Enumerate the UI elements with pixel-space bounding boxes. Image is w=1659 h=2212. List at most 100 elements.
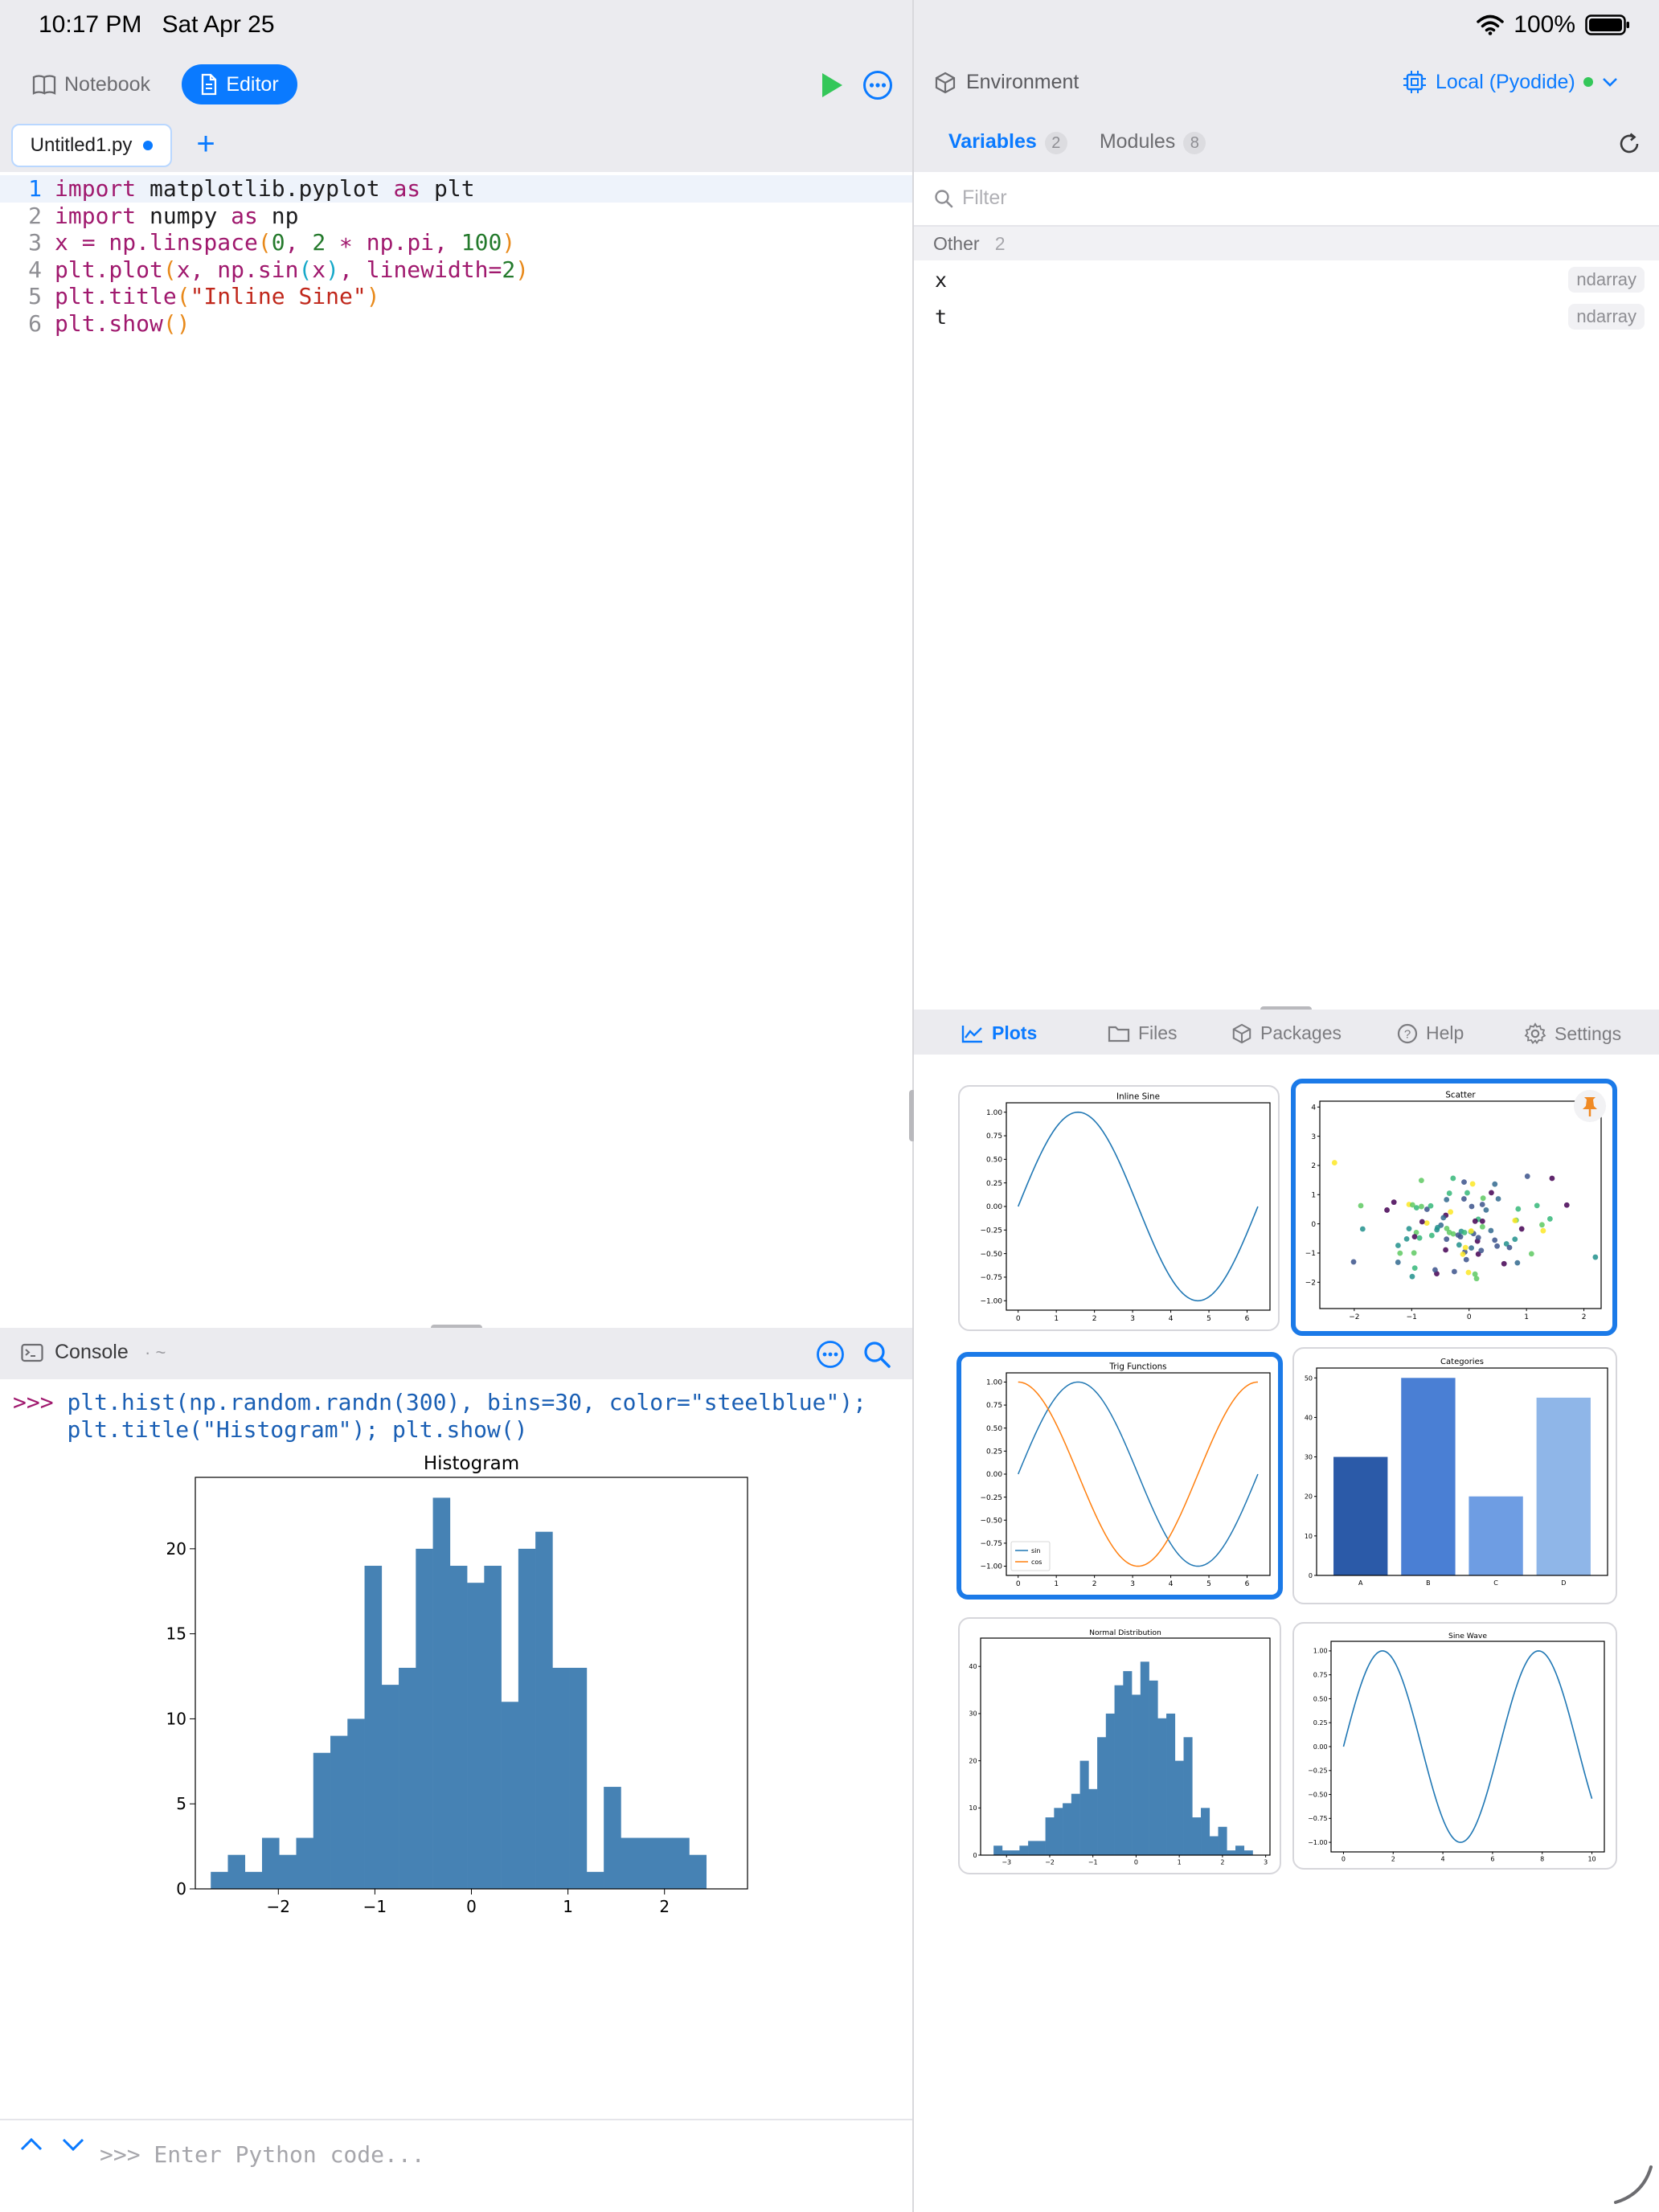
line-number: 3: [28, 229, 42, 256]
editor-mode-button[interactable]: Editor: [182, 64, 297, 104]
console-title: Console: [21, 1341, 129, 1364]
notebook-mode-button[interactable]: Notebook: [32, 64, 150, 104]
code-editor[interactable]: 1 import matplotlib.pyplot as plt 2 import …: [0, 175, 912, 337]
scatter-point: [1469, 1181, 1476, 1187]
histogram-bar: [1149, 1680, 1158, 1855]
code-token: numpy: [136, 202, 231, 229]
filter-input[interactable]: Filter: [962, 186, 1007, 210]
status-bar: 10:17 PM Sat Apr 25 100%: [0, 0, 1659, 51]
code-token: plt: [420, 175, 475, 203]
code-line[interactable]: 3 x = np.linspace(0, 2 ∗ np.pi, 100): [0, 229, 912, 256]
pencil-indicator-icon: [1614, 2165, 1653, 2204]
sin-series-line: [1018, 1381, 1259, 1567]
histogram-bar: [296, 1837, 314, 1889]
line-number: 4: [28, 256, 42, 283]
histogram-bar: [1157, 1718, 1167, 1855]
code-line[interactable]: 1 import matplotlib.pyplot as plt: [0, 175, 912, 203]
tab-packages[interactable]: Packages: [1231, 1022, 1342, 1044]
histogram-bar: [1088, 1788, 1098, 1855]
chart-title: Scatter: [1445, 1091, 1476, 1100]
chart-title: Inline Sine: [1116, 1092, 1160, 1102]
scatter-point: [1428, 1202, 1434, 1209]
y-tick-label: 20: [1305, 1493, 1313, 1501]
file-tab[interactable]: Untitled1.py: [11, 124, 172, 167]
x-tick-label: 2: [1092, 1315, 1097, 1323]
variable-row[interactable]: x ndarray: [914, 262, 1659, 299]
new-tab-button[interactable]: +: [190, 128, 222, 161]
y-tick-label: 20: [969, 1757, 977, 1764]
scatter-point: [1506, 1244, 1513, 1251]
scatter-point: [1450, 1231, 1456, 1237]
pin-button[interactable]: [1574, 1090, 1606, 1122]
histogram-bar: [279, 1854, 297, 1889]
code-token: (: [176, 283, 190, 310]
run-icon[interactable]: [815, 69, 847, 101]
scatter-point: [1483, 1207, 1489, 1213]
console-input[interactable]: >>> Enter Python code...: [100, 2141, 425, 2168]
console-input-bar[interactable]: >>> Enter Python code...: [0, 2119, 912, 2185]
scatter-point: [1411, 1234, 1418, 1240]
histogram-bar: [1174, 1760, 1184, 1855]
code-line[interactable]: 2 import numpy as np: [0, 203, 912, 230]
category-bar: [1536, 1397, 1591, 1575]
x-tick-label: 1: [1054, 1580, 1059, 1588]
runtime-selector[interactable]: Local (Pyodide): [1402, 69, 1619, 95]
y-tick-label: 1.00: [986, 1109, 1002, 1117]
histogram-bar: [1166, 1713, 1176, 1855]
histogram-bar: [416, 1548, 433, 1889]
scatter-point: [1440, 1215, 1447, 1221]
trig-functions-chart: Trig Functions 0 1 2 3 4 5 6 1.00 0.75 0.50 0.25 0.0…: [980, 1362, 1271, 1588]
console-more-icon[interactable]: [815, 1339, 846, 1370]
histogram-bar: [347, 1718, 365, 1889]
histogram-bar: [313, 1752, 331, 1889]
histogram-bar: [1243, 1850, 1253, 1855]
code-line[interactable]: 5 plt.title("Inline Sine"): [0, 283, 912, 310]
variables-filter[interactable]: Filter: [914, 172, 1659, 227]
scatter-point: [1469, 1203, 1475, 1210]
y-tick-label: 0.25: [1313, 1719, 1328, 1727]
scatter-point: [1461, 1179, 1467, 1185]
y-tick-label: 3: [1311, 1133, 1316, 1141]
code-line[interactable]: 6 plt.show(): [0, 310, 912, 338]
gear-icon: [1524, 1022, 1546, 1045]
code-line[interactable]: 4 plt.plot(x, np.sin(x), linewidth= 2): [0, 256, 912, 284]
y-tick-label: −0.25: [980, 1227, 1002, 1235]
x-tick-label: 2: [1220, 1859, 1224, 1866]
x-tick-label: 6: [1245, 1315, 1250, 1323]
code-token: np: [257, 202, 299, 229]
battery-icon: [1585, 14, 1629, 35]
chart-title: Categories: [1440, 1358, 1484, 1366]
code-token: ): [515, 256, 530, 283]
variable-row[interactable]: t ndarray: [914, 299, 1659, 336]
tab-variables[interactable]: Variables 2: [948, 130, 1067, 154]
tab-help[interactable]: ? Help: [1397, 1022, 1464, 1044]
more-options-icon[interactable]: [862, 69, 894, 101]
tab-modules[interactable]: Modules 8: [1100, 130, 1206, 154]
sine-wave-line: [1342, 1650, 1593, 1843]
history-down-icon[interactable]: [61, 2136, 85, 2153]
tab-plots[interactable]: Plots: [961, 1022, 1037, 1044]
histogram-bar: [364, 1566, 383, 1889]
cpu-icon: [1403, 71, 1426, 93]
history-up-icon[interactable]: [19, 2136, 43, 2153]
search-icon[interactable]: [862, 1339, 892, 1370]
refresh-icon[interactable]: [1616, 130, 1643, 158]
histogram-bar: [1114, 1685, 1124, 1855]
scatter-point: [1444, 1225, 1450, 1231]
y-tick-label: 40: [969, 1663, 977, 1670]
tab-files[interactable]: Files: [1108, 1022, 1178, 1044]
scatter-point: [1514, 1260, 1521, 1266]
sine-wave-chart: Sine Wave 0 2 4 6 8 10 1.00 0.75 0.50 0.25 0.00 −0.2…: [1308, 1632, 1605, 1863]
line-number: 1: [28, 175, 42, 203]
tab-settings[interactable]: Settings: [1524, 1022, 1621, 1045]
scatter-point: [1563, 1202, 1570, 1208]
y-tick-label: −1.00: [1308, 1839, 1328, 1846]
y-tick-label: −0.75: [1308, 1815, 1328, 1822]
y-tick-label: −0.75: [980, 1274, 1002, 1282]
y-tick-label: 0.75: [986, 1402, 1002, 1410]
code-token: as: [393, 175, 421, 203]
scatter-point: [1406, 1226, 1412, 1232]
x-tick-label: −2: [267, 1897, 290, 1916]
x-tick-label: 5: [1206, 1580, 1211, 1588]
variable-group-header: Other 2: [914, 227, 1659, 260]
